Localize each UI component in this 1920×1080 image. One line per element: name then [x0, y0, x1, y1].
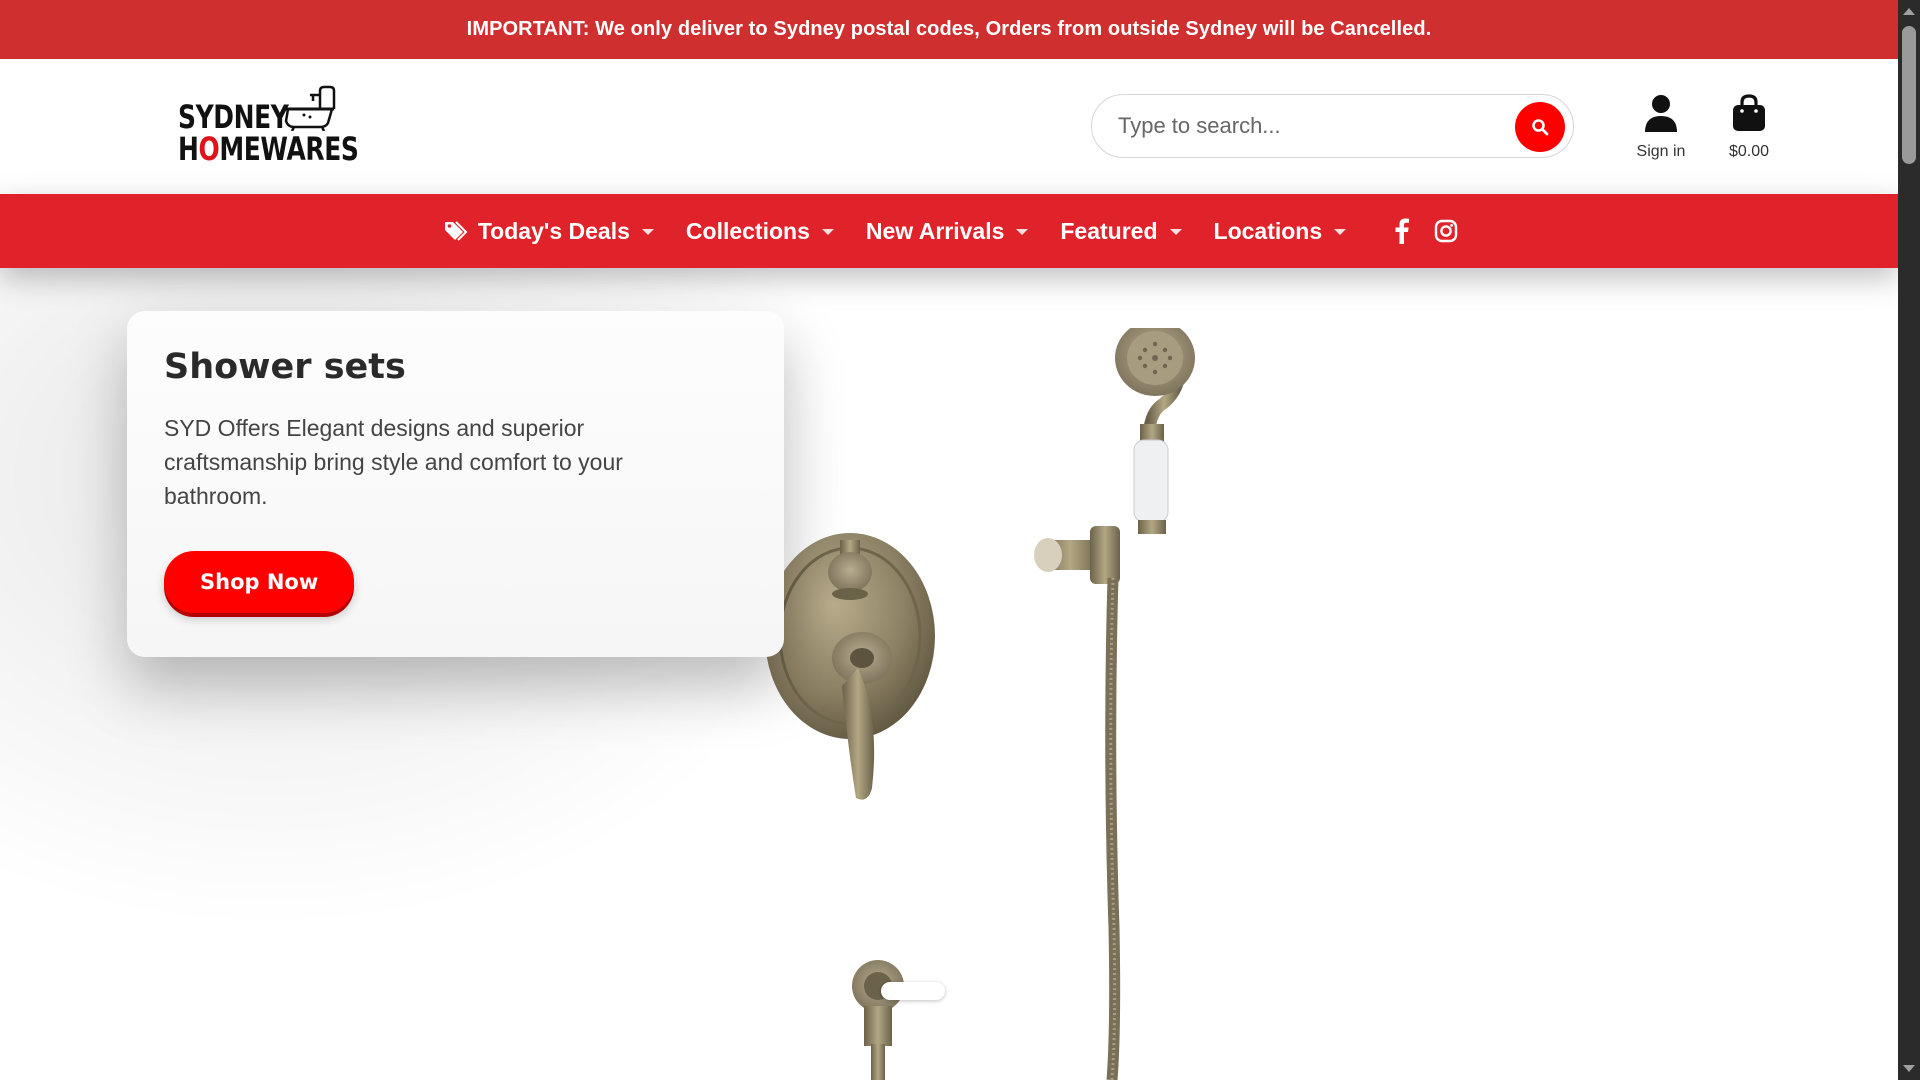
shop-now-button[interactable]: Shop Now — [164, 551, 355, 613]
page: IMPORTANT: We only deliver to Sydney pos… — [0, 0, 1898, 1080]
hero-title: Shower sets — [164, 347, 406, 387]
nav-label: New Arrivals — [865, 217, 1005, 244]
chevron-down-icon — [1169, 229, 1182, 235]
nav-label: Locations — [1213, 217, 1323, 244]
nav-label: Featured — [1060, 217, 1158, 244]
shower-set-image — [765, 328, 1195, 1080]
scroll-up-arrow-icon[interactable] — [1903, 8, 1915, 15]
page-scrollbar[interactable] — [1898, 0, 1920, 1080]
site-logo[interactable]: SYDNEY HOMEWARES — [176, 85, 359, 167]
main-nav: Today's Deals Collections New Arrivals F… — [0, 194, 1898, 268]
hero-card: Shower sets SYD Offers Elegant designs a… — [127, 311, 784, 657]
search-bar — [1091, 94, 1574, 158]
hero-description: SYD Offers Elegant designs and superior … — [164, 415, 623, 509]
announcement-text: IMPORTANT: We only deliver to Sydney pos… — [466, 18, 1432, 40]
nav-item-featured[interactable]: Featured — [1060, 217, 1182, 245]
sign-in-label: Sign in — [1636, 143, 1686, 160]
logo-text-line2: HOMEWARES — [178, 130, 359, 168]
chevron-down-icon — [641, 229, 654, 235]
logo-text-line1: SYDNEY — [178, 98, 289, 136]
chevron-down-icon — [1016, 229, 1029, 235]
hero-slider: Shower sets SYD Offers Elegant designs a… — [0, 268, 1898, 1080]
instagram-icon[interactable] — [1434, 219, 1458, 243]
search-input[interactable] — [1118, 113, 1498, 139]
search-icon — [1532, 119, 1549, 136]
nav-item-collections[interactable]: Collections — [686, 218, 834, 245]
tag-icon — [444, 220, 468, 242]
shopping-bag-icon — [1733, 94, 1765, 131]
announcement-bar: IMPORTANT: We only deliver to Sydney pos… — [0, 0, 1898, 59]
chevron-down-icon — [821, 229, 834, 235]
logo-letter-o: O — [198, 130, 220, 168]
nav-label: Today's Deals — [477, 217, 630, 244]
nav-label: Collections — [685, 217, 810, 244]
logo-text-rest: MEWARES — [219, 130, 359, 168]
slide-indicator[interactable] — [881, 982, 945, 1000]
scrollbar-thumb[interactable] — [1902, 26, 1916, 164]
cart-total: $0.00 — [1728, 143, 1770, 160]
search-button[interactable] — [1515, 102, 1565, 152]
nav-item-todays-deals[interactable]: Today's Deals — [444, 218, 654, 245]
chevron-down-icon — [1334, 229, 1347, 235]
nav-item-new-arrivals[interactable]: New Arrivals — [866, 218, 1029, 245]
user-icon — [1645, 95, 1677, 132]
site-header: SYDNEY HOMEWARES Sign in — [0, 59, 1898, 194]
scroll-down-arrow-icon[interactable] — [1903, 1065, 1915, 1072]
social-links — [1382, 218, 1470, 244]
facebook-icon[interactable] — [1394, 218, 1410, 244]
cart-link[interactable]: $0.00 — [1709, 93, 1789, 161]
nav-item-locations[interactable]: Locations — [1214, 218, 1347, 245]
sign-in-link[interactable]: Sign in — [1621, 93, 1701, 161]
logo-letter-h: H — [178, 130, 199, 168]
